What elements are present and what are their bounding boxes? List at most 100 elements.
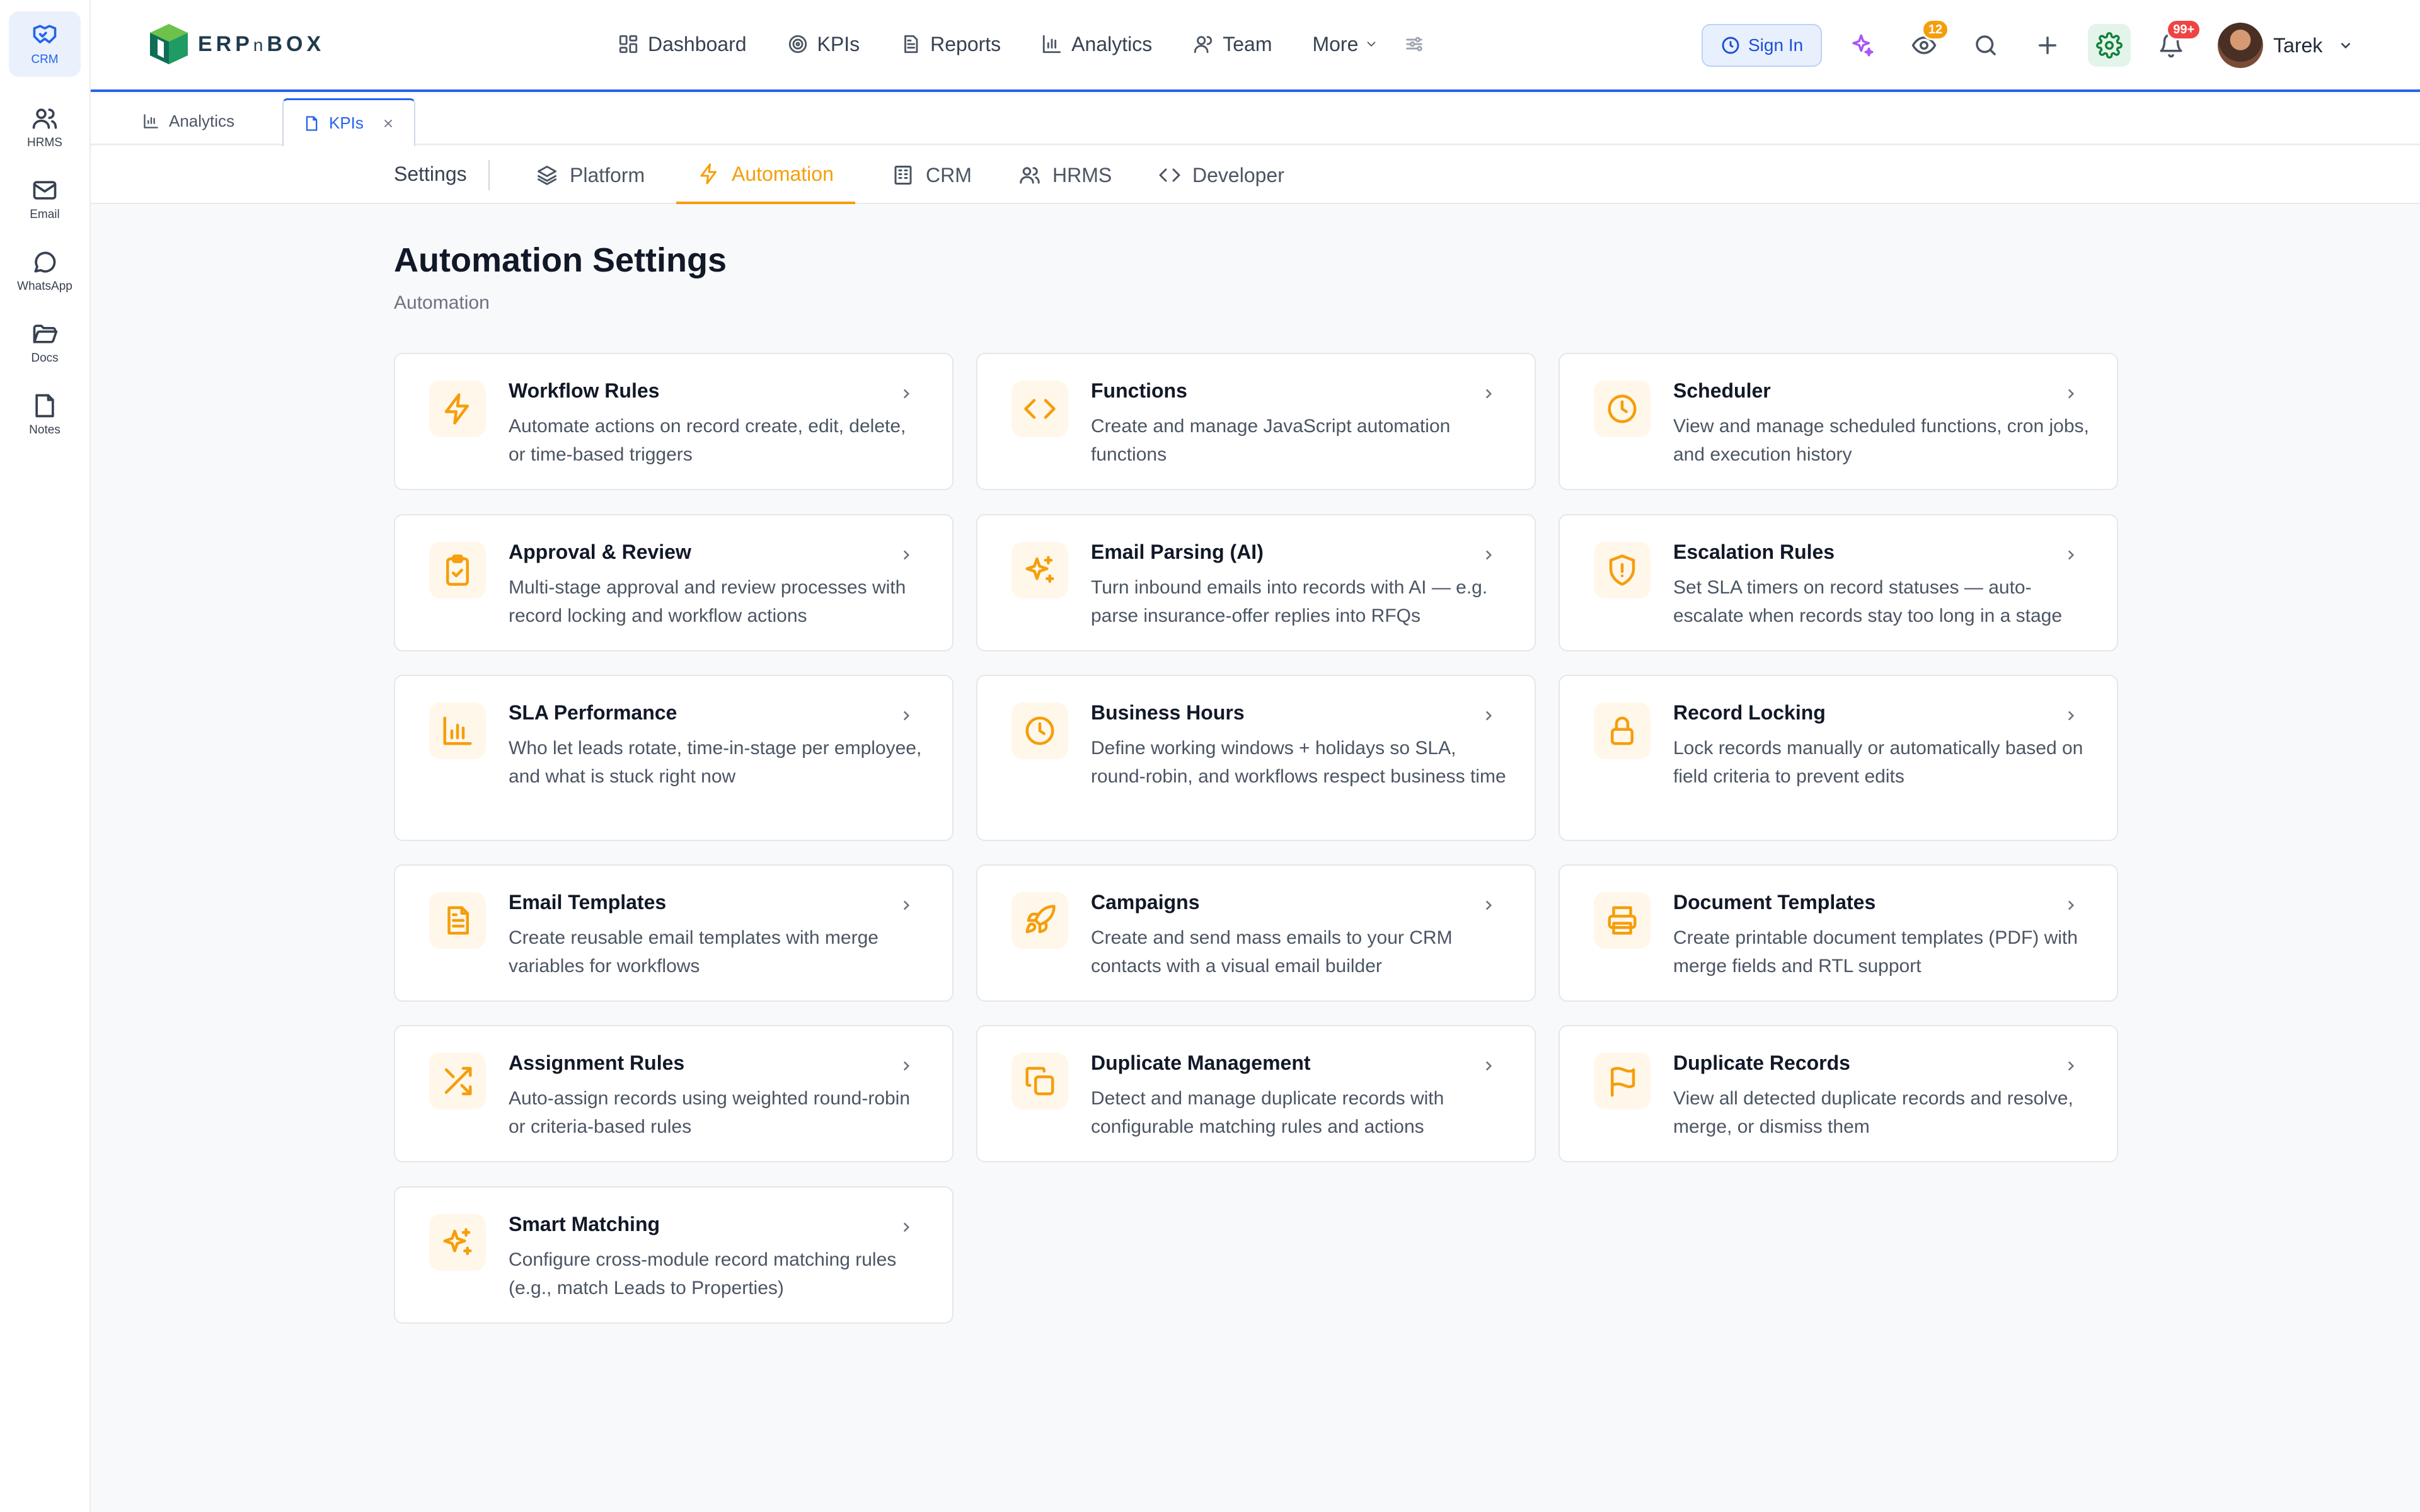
sign-in-button[interactable]: Sign In — [1702, 24, 1823, 67]
card-workflow-rules[interactable]: Workflow Rules Automate actions on recor… — [394, 353, 954, 490]
tab-label: KPIs — [329, 113, 364, 132]
chevron-right-icon — [903, 711, 910, 721]
subnav-crm[interactable]: CRM — [892, 146, 972, 204]
chevron-right-icon — [903, 900, 910, 910]
nav-label: Analytics — [1071, 32, 1153, 55]
subnav-label: HRMS — [1052, 163, 1112, 186]
add-button[interactable] — [2026, 24, 2069, 67]
subnav-label: Platform — [570, 163, 645, 186]
nav-dashboard[interactable]: Dashboard — [618, 33, 747, 56]
chevron-right-icon — [2068, 389, 2075, 399]
card-icon-box — [1011, 1053, 1068, 1109]
sparkles-icon — [1852, 34, 1874, 57]
code-icon — [1159, 168, 1180, 182]
card-description: Create printable document templates (PDF… — [1673, 927, 2078, 976]
chevron-right-icon — [1485, 389, 1492, 399]
nav-team[interactable]: Team — [1192, 33, 1272, 56]
card-title: Email Parsing (AI) — [1091, 541, 1264, 563]
card-record-locking[interactable]: Record Locking Lock records manually or … — [1559, 675, 2118, 841]
card-approval-review[interactable]: Approval & Review Multi-stage approval a… — [394, 514, 954, 651]
rail-item-email[interactable]: Email — [9, 166, 81, 232]
chevron-right-icon — [903, 1222, 910, 1232]
subnav-platform[interactable]: Platform — [536, 146, 645, 204]
watch-count-badge: 12 — [1921, 19, 1950, 40]
rail-item-label: WhatsApp — [17, 280, 72, 293]
nav-label: Reports — [930, 32, 1001, 55]
card-sla-performance[interactable]: SLA Performance Who let leads rotate, ti… — [394, 675, 954, 841]
tab-label: Analytics — [169, 111, 235, 130]
folder-icon — [33, 324, 58, 343]
rail-item-docs[interactable]: Docs — [9, 310, 81, 375]
card-title: Functions — [1091, 379, 1187, 402]
watch-button[interactable]: 12 — [1903, 19, 1950, 67]
card-description: Detect and manage duplicate records with… — [1091, 1088, 1444, 1137]
card-description: Lock records manually or automatically b… — [1673, 738, 2083, 787]
card-duplicate-records[interactable]: Duplicate Records View all detected dupl… — [1559, 1025, 2118, 1162]
layers-icon — [538, 166, 556, 185]
settings-breadcrumb[interactable]: Settings — [394, 163, 467, 186]
ai-assistant-button[interactable] — [1841, 24, 1884, 67]
card-icon-box — [1011, 702, 1068, 759]
sparkles-icon — [443, 1228, 472, 1256]
search-button[interactable] — [1964, 24, 2007, 67]
top-nav: Dashboard KPIs Reports Analytics Team Mo… — [618, 28, 1474, 60]
nav-reports[interactable]: Reports — [900, 33, 1001, 56]
nav-more[interactable]: More — [1312, 33, 1378, 56]
card-assignment-rules[interactable]: Assignment Rules Auto-assign records usi… — [394, 1025, 954, 1162]
chevron-right-icon — [903, 550, 910, 560]
card-description: View all detected duplicate records and … — [1673, 1088, 2073, 1137]
settings-button[interactable] — [2088, 24, 2131, 67]
sliders-icon — [1406, 37, 1423, 52]
rail-item-label: CRM — [31, 53, 59, 66]
chevron-right-icon — [903, 1061, 910, 1071]
chevron-right-icon — [2068, 711, 2075, 721]
page-title: Automation Settings — [394, 241, 727, 279]
card-document-templates[interactable]: Document Templates Create printable docu… — [1559, 864, 2118, 1002]
card-smart-matching[interactable]: Smart Matching Configure cross-module re… — [394, 1186, 954, 1324]
card-title: SLA Performance — [509, 701, 677, 724]
nav-analytics[interactable]: Analytics — [1041, 33, 1152, 56]
gear-icon — [2096, 32, 2123, 59]
close-icon[interactable] — [381, 117, 395, 130]
nav-kpis[interactable]: KPIs — [787, 33, 860, 56]
card-title: Smart Matching — [509, 1213, 660, 1235]
user-menu[interactable]: Tarek — [2218, 23, 2354, 68]
card-escalation-rules[interactable]: Escalation Rules Set SLA timers on recor… — [1559, 514, 2118, 651]
rail-item-crm[interactable]: CRM — [9, 11, 81, 77]
nav-customize[interactable] — [1403, 33, 1434, 55]
card-description: Auto-assign records using weighted round… — [509, 1088, 911, 1137]
card-duplicate-management[interactable]: Duplicate Management Detect and manage d… — [976, 1025, 1536, 1162]
notifications-button[interactable]: 99+ — [2150, 19, 2202, 67]
nav-label: Team — [1223, 32, 1272, 55]
target-icon — [788, 35, 807, 54]
card-description: Set SLA timers on record statuses — auto… — [1673, 577, 2063, 626]
card-email-templates[interactable]: Email Templates Create reusable email te… — [394, 864, 954, 1002]
card-scheduler[interactable]: Scheduler View and manage scheduled func… — [1559, 353, 2118, 490]
tab-analytics[interactable]: Analytics — [124, 98, 253, 144]
card-campaigns[interactable]: Campaigns Create and send mass emails to… — [976, 864, 1536, 1002]
subnav-hrms[interactable]: HRMS — [1018, 146, 1112, 204]
card-email-parsing-ai[interactable]: Email Parsing (AI) Turn inbound emails i… — [976, 514, 1536, 651]
rail-item-whatsapp[interactable]: WhatsApp — [9, 238, 81, 304]
card-functions[interactable]: Functions Create and manage JavaScript a… — [976, 353, 1536, 490]
subnav-automation[interactable]: Automation — [676, 146, 855, 204]
subnav-developer[interactable]: Developer — [1158, 146, 1284, 204]
card-icon-box — [429, 892, 486, 949]
card-title: Campaigns — [1091, 891, 1200, 914]
chevron-right-icon — [1485, 711, 1492, 721]
brand-logo[interactable]: ERPnBOX — [146, 20, 325, 68]
shuffle-icon — [444, 1067, 472, 1096]
open-tabs-bar: Analytics KPIs — [91, 94, 2420, 146]
card-icon-box — [429, 1214, 486, 1271]
rail-item-hrms[interactable]: HRMS — [9, 94, 81, 160]
clock-icon — [1722, 37, 1739, 54]
tab-kpis[interactable]: KPIs — [282, 98, 415, 146]
subnav-label: Automation — [732, 162, 834, 185]
card-business-hours[interactable]: Business Hours Define working windows + … — [976, 675, 1536, 841]
plus-icon — [2039, 37, 2057, 54]
rail-item-notes[interactable]: Notes — [9, 382, 81, 447]
building-icon — [894, 166, 912, 185]
dashboard-icon — [619, 35, 638, 54]
card-title: Approval & Review — [509, 541, 691, 563]
card-title: Document Templates — [1673, 891, 1876, 914]
